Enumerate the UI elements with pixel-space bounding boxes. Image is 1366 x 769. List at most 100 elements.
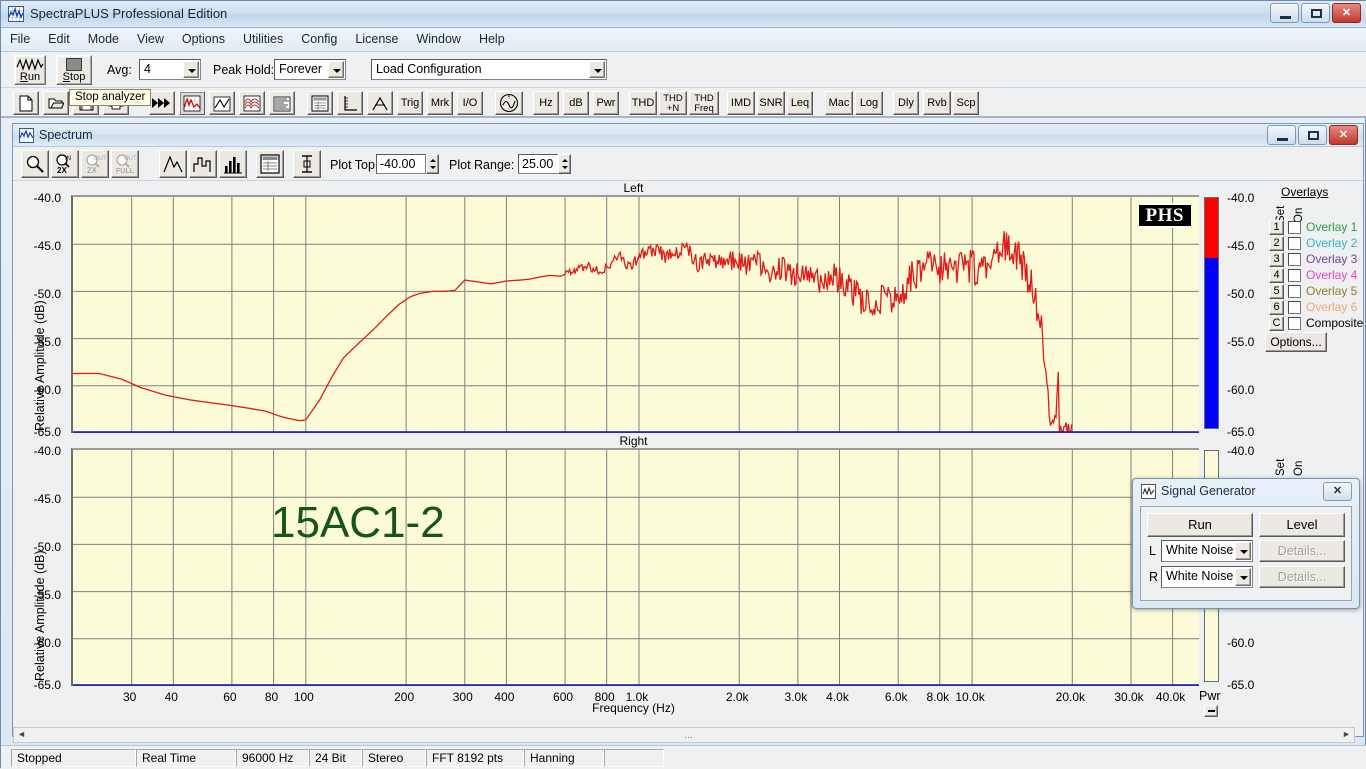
signal-generator-dialog[interactable]: Signal Generator ✕ Run Level L White Noi… [1132,478,1360,609]
chevron-down-icon[interactable] [1235,568,1251,586]
zoom-in-2x-button[interactable]: IN 2X [51,150,79,178]
thd-freq-line2: Freq [694,103,714,114]
overlay-set-button-2[interactable]: 2 [1269,236,1284,251]
left-plot-area[interactable]: PHS [71,195,1199,433]
db-button[interactable]: dB [563,91,589,115]
signal-generator-title-bar: Signal Generator ✕ [1133,479,1359,504]
overlay-checkbox-1[interactable] [1288,221,1301,234]
spectrum-view-button[interactable] [179,91,205,115]
chevron-down-icon[interactable] [1235,542,1251,560]
leq-button[interactable]: Leq [787,91,813,115]
overlay-checkbox-4[interactable] [1288,269,1301,282]
run-button[interactable]: Run [14,55,46,85]
pwr-button[interactable]: Pwr [593,91,619,115]
left-waveform-dropdown[interactable]: White Noise [1161,540,1253,562]
menu-item-utilities[interactable]: Utilities [234,28,292,49]
overlay-checkbox-6[interactable] [1288,301,1301,314]
plot-top-stepper[interactable] [426,154,439,174]
status-bar: Stopped Real Time 96000 Hz 24 Bit Stereo… [1,745,1366,769]
maximize-button[interactable] [1301,3,1330,23]
right-plot-area[interactable]: 15AC1-2 [71,448,1199,686]
plot-options-button[interactable] [256,150,284,178]
scroll-left-arrow[interactable]: ◄ [14,728,29,742]
ruler-button[interactable] [337,91,363,115]
menu-item-config[interactable]: Config [292,28,346,49]
overlay-set-button-6[interactable]: 6 [1269,300,1284,315]
fast-forward-button[interactable] [149,91,175,115]
right-details-button[interactable]: Details... [1259,566,1345,588]
menu-item-view[interactable]: View [128,28,173,49]
spectrogram-button[interactable] [269,91,295,115]
close-icon: ✕ [1341,7,1352,19]
scp-button[interactable]: Scp [953,91,979,115]
left-details-button[interactable]: Details... [1259,540,1345,562]
overlay-set-button-3[interactable]: 3 [1269,252,1284,267]
waterfall-button[interactable] [239,91,265,115]
menu-item-options[interactable]: Options [173,28,234,49]
chevron-down-icon[interactable] [589,61,605,78]
signal-generator-button[interactable] [495,91,523,115]
siggen-run-button[interactable]: Run [1147,513,1253,537]
minimize-button[interactable] [1270,3,1299,23]
configuration-dropdown[interactable]: Load Configuration [371,59,607,80]
marker-button[interactable]: Mrk [427,91,453,115]
siggen-level-button[interactable]: Level [1259,513,1345,537]
overlay-checkbox-composite[interactable] [1288,317,1301,330]
overlay-checkbox-2[interactable] [1288,237,1301,250]
plot-top-input[interactable]: -40.00 [376,154,426,174]
thd-n-button[interactable]: THD +N [659,91,687,115]
io-button[interactable]: I/O [457,91,483,115]
trigger-button[interactable]: Trig [397,91,423,115]
overlay-set-button-5[interactable]: 5 [1269,284,1284,299]
horizontal-scrollbar[interactable]: ◄ ► ⋯ [13,727,1355,743]
ytick: -45.0 [33,492,61,506]
overlay-set-button-4[interactable]: 4 [1269,268,1284,283]
chevron-down-icon[interactable] [328,61,344,78]
snr-button[interactable]: SNR [757,91,785,115]
hz-button[interactable]: Hz [533,91,559,115]
spectrum-close-button[interactable]: ✕ [1329,125,1358,145]
zoom-out-2x-button[interactable]: OUT 2X [81,150,109,178]
dly-button[interactable]: Dly [893,91,919,115]
overlay-checkbox-5[interactable] [1288,285,1301,298]
menu-item-window[interactable]: Window [407,28,469,49]
menu-item-mode[interactable]: Mode [79,28,128,49]
avg-dropdown[interactable]: 4 [139,59,201,80]
menu-item-file[interactable]: File [1,28,39,49]
peak-detect-button[interactable] [367,91,393,115]
signal-generator-close-button[interactable]: ✕ [1323,482,1352,501]
stop-button[interactable]: Stop [56,55,92,85]
overlay-set-button-composite[interactable]: C [1269,316,1284,331]
bar-plot-button[interactable] [219,150,247,178]
rvb-button[interactable]: Rvb [923,91,951,115]
scroll-right-arrow[interactable]: ► [1339,728,1354,742]
spectrum-minimize-button[interactable] [1267,125,1296,145]
log-button[interactable]: Log [855,91,883,115]
open-file-button[interactable] [43,91,69,115]
close-button[interactable]: ✕ [1332,3,1361,23]
overlay-checkbox-3[interactable] [1288,253,1301,266]
step-plot-button[interactable] [189,150,217,178]
menu-item-edit[interactable]: Edit [39,28,79,49]
spectrum-maximize-button[interactable] [1298,125,1327,145]
thd-button[interactable]: THD [629,91,657,115]
menu-item-license[interactable]: License [346,28,407,49]
overlays-options-button[interactable]: Options... [1265,332,1327,352]
plot-range-stepper[interactable] [558,154,571,174]
time-series-button[interactable] [209,91,235,115]
cursor-tool-button[interactable] [293,150,321,178]
zoom-out-full-button[interactable]: OUT FULL [111,150,139,178]
zoom-tool-button[interactable] [21,150,49,178]
menu-item-help[interactable]: Help [470,28,514,49]
mac-button[interactable]: Mac [825,91,853,115]
thd-freq-button[interactable]: THD Freq [689,91,719,115]
new-file-button[interactable] [13,91,39,115]
overlay-set-button-1[interactable]: 1 [1269,220,1284,235]
peak-hold-dropdown[interactable]: Forever [274,59,346,80]
right-waveform-dropdown[interactable]: White Noise [1161,566,1253,588]
chevron-down-icon[interactable] [183,61,199,78]
data-table-button[interactable] [307,91,333,115]
scroll-grip[interactable]: ⋯ [684,732,694,743]
imd-button[interactable]: IMD [727,91,755,115]
line-plot-button[interactable] [159,150,187,178]
